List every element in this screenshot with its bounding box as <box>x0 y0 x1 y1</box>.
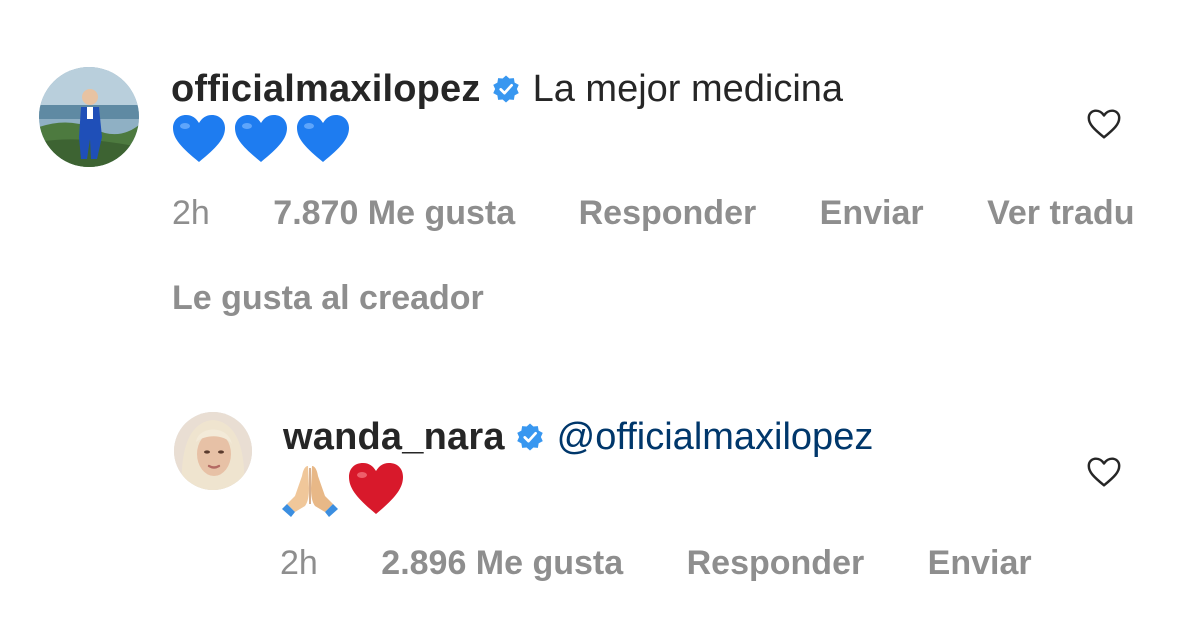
comment-emojis <box>281 462 405 518</box>
comment-text: La mejor medicina <box>532 67 844 110</box>
blue-heart-icon <box>297 115 349 162</box>
comment-actions: 2h 7.870 Me gusta Responder Enviar Ver t… <box>172 194 1188 233</box>
reply-button[interactable]: Responder <box>687 544 865 583</box>
likes-count-button[interactable]: 2.896 Me gusta <box>381 544 623 583</box>
comment-time: 2h <box>280 544 318 582</box>
send-button[interactable]: Enviar <box>928 544 1032 583</box>
comment-time: 2h <box>172 194 210 232</box>
username[interactable]: officialmaxilopez <box>171 68 481 111</box>
comment-officialmaxilopez: officialmaxilopez La mejor medicina 2h 7… <box>0 0 1200 360</box>
likes-count-button[interactable]: 7.870 Me gusta <box>273 194 515 233</box>
verified-badge-icon <box>516 423 543 451</box>
liked-by-creator-label: Le gusta al creador <box>172 279 484 317</box>
avatar[interactable] <box>39 67 139 167</box>
send-button[interactable]: Enviar <box>820 194 924 233</box>
blue-heart-icon <box>173 115 225 162</box>
heart-outline-icon[interactable] <box>1085 453 1123 491</box>
mention-link[interactable]: @officialmaxilopez <box>557 416 874 459</box>
blue-heart-icon <box>235 115 287 162</box>
avatar-image <box>174 412 252 490</box>
comment-header: wanda_nara @officialmaxilopez <box>283 414 873 460</box>
comment-actions: 2h 2.896 Me gusta Responder Enviar <box>280 544 1086 583</box>
avatar-image <box>39 67 139 167</box>
username[interactable]: wanda_nara <box>283 416 505 459</box>
see-translation-button[interactable]: Ver tradu <box>987 194 1134 233</box>
folded-hands-icon <box>282 466 338 517</box>
red-heart-icon <box>349 463 403 514</box>
comment-emojis <box>172 114 350 164</box>
comment-header: officialmaxilopez La mejor medicina <box>171 66 843 112</box>
verified-badge-icon <box>492 75 519 103</box>
avatar[interactable] <box>174 412 252 490</box>
comment-wanda-nara: wanda_nara @officialmaxilopez 2h 2.896 M… <box>0 360 1200 640</box>
heart-outline-icon[interactable] <box>1085 105 1123 143</box>
reply-button[interactable]: Responder <box>579 194 757 233</box>
